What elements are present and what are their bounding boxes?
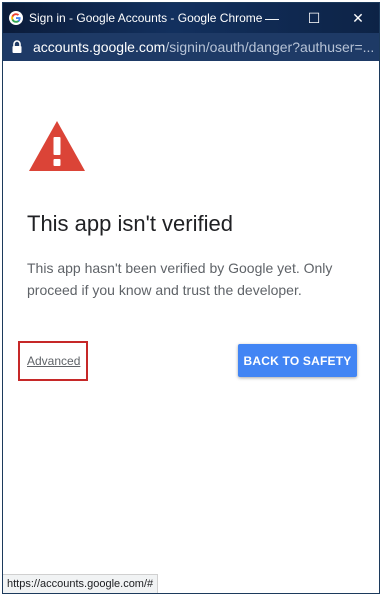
close-button[interactable]: ✕ <box>337 3 379 33</box>
warning-description: This app hasn't been verified by Google … <box>27 260 333 298</box>
address-bar[interactable]: accounts.google.com/signin/oauth/danger?… <box>3 33 379 61</box>
window-title: Sign in - Google Accounts - Google Chrom… <box>29 11 263 25</box>
page-title: This app isn't verified <box>27 211 233 236</box>
minimize-button[interactable]: — <box>251 3 293 33</box>
warning-icon <box>29 121 85 171</box>
url-path: /signin/oauth/danger?authuser=... <box>165 39 375 55</box>
lock-icon <box>12 40 22 53</box>
url-host: accounts.google.com <box>33 39 166 55</box>
title-bar: Sign in - Google Accounts - Google Chrom… <box>3 3 379 33</box>
advanced-link[interactable]: Advanced <box>27 354 80 368</box>
status-url-bubble: https://accounts.google.com/# <box>3 574 159 593</box>
back-to-safety-button[interactable]: BACK TO SAFETY <box>238 344 357 377</box>
page-content: This app isn't verified This app hasn't … <box>3 61 379 593</box>
google-g-icon <box>9 11 23 25</box>
maximize-button[interactable]: ☐ <box>293 3 335 33</box>
browser-popup-window: Sign in - Google Accounts - Google Chrom… <box>2 2 380 594</box>
url-text: accounts.google.com/signin/oauth/danger?… <box>33 39 374 55</box>
